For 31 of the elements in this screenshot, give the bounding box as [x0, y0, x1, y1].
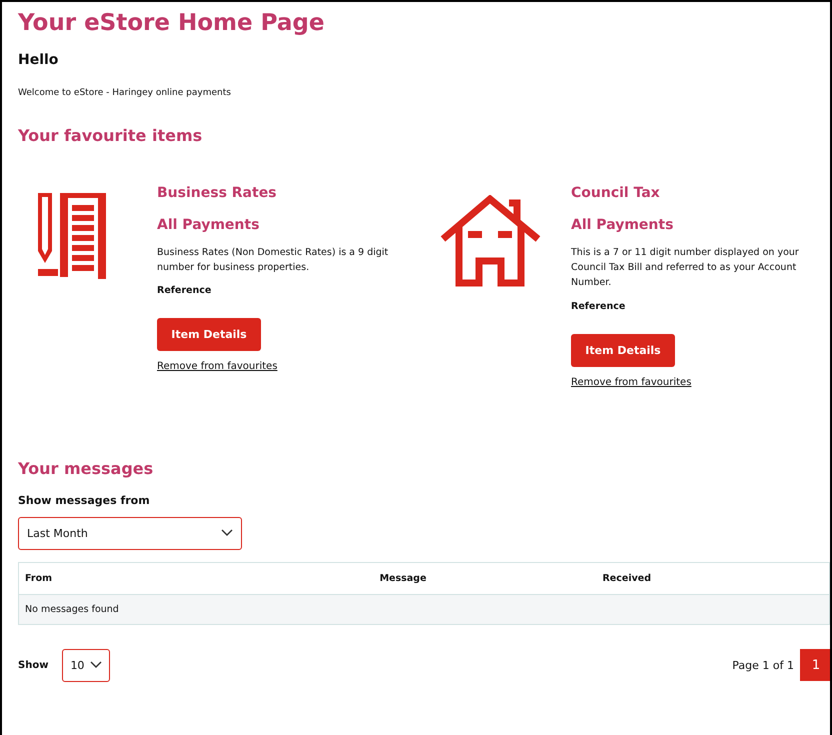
house-icon [440, 195, 542, 287]
remove-link[interactable]: Remove from favourites [571, 376, 692, 388]
show-label: Show [18, 660, 48, 671]
item-subtitle: All Payments [157, 217, 260, 233]
page-title: Your eStore Home Page [18, 10, 326, 36]
filter-label: Show messages from [18, 494, 151, 507]
section-heading: Your favourite items [18, 126, 204, 145]
reference-label: Reference [157, 285, 212, 296]
column-header: From [18, 562, 374, 594]
item-title: Council Tax [571, 185, 661, 201]
reference-label: Reference [571, 300, 626, 312]
item-details-button[interactable]: Item Details [571, 334, 675, 367]
document-pencil-icon [38, 193, 106, 281]
column-header: Message [374, 562, 596, 594]
page-size-dropdown[interactable]: 10 [62, 648, 110, 682]
item-details-button[interactable]: Item Details [157, 318, 261, 352]
remove-link[interactable]: Remove from favourites [157, 361, 278, 372]
chevron-down-icon [90, 661, 102, 670]
column-header: Received [596, 562, 830, 594]
item-description: Business Rates (Non Domestic Rates) is a 9 digit number for business properties. [157, 246, 390, 276]
item-description: This is a 7 or 11 digit number displayed on your Council Tax Bill and referred to as your Account Number. [571, 246, 800, 290]
period-dropdown[interactable]: Last Month [18, 516, 242, 550]
page-button[interactable]: 1 [800, 649, 830, 682]
table-cell: No messages found [18, 594, 830, 624]
item-subtitle: All Payments [571, 217, 674, 233]
item-title: Business Rates [157, 185, 278, 201]
page-info: Page 1 of 1 [732, 658, 794, 672]
welcome-text: Welcome to eStore - Haringey online payments [18, 88, 232, 98]
section-heading: Your messages [18, 458, 154, 478]
greeting: Hello [18, 52, 60, 68]
chevron-down-icon [221, 529, 233, 538]
